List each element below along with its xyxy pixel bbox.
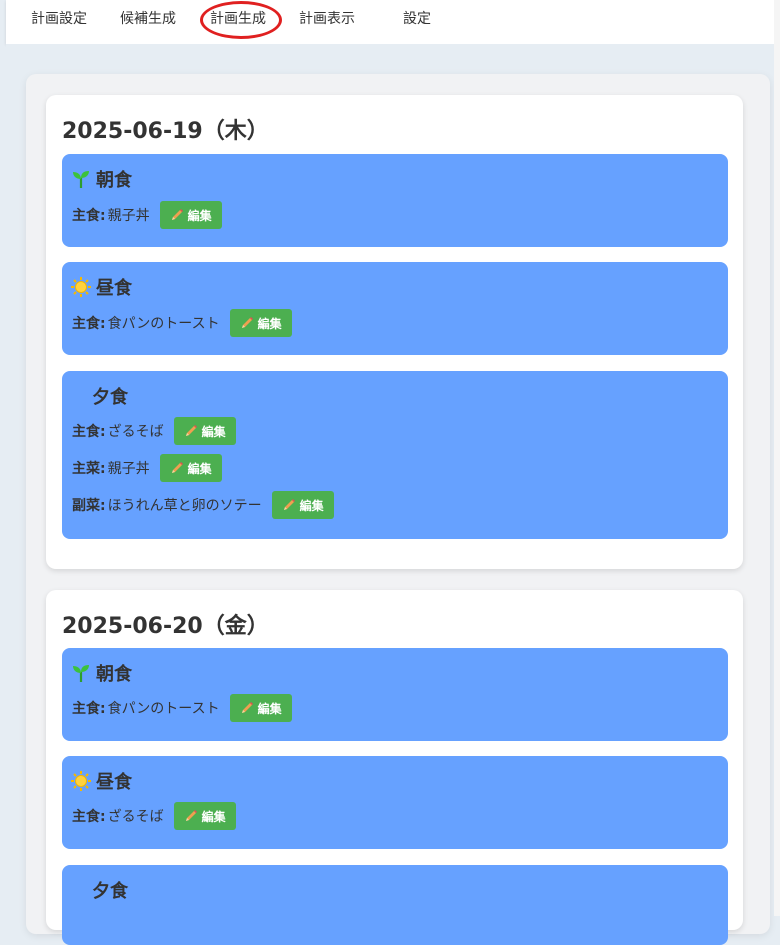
dish-name: 食パンのトースト <box>107 316 220 332</box>
dish-label: 主食: <box>72 424 106 440</box>
moon-icon <box>74 389 81 403</box>
sun-icon <box>71 771 91 791</box>
dish-name: ざるそば <box>107 424 164 440</box>
day-card: 2025-06-19（木） 朝食 主食: 親子丼 編集 昼食 主食: 食パンのト… <box>46 95 743 569</box>
day-date-title: 2025-06-19（木） <box>62 119 269 144</box>
meal-card-lunch: 昼食 主食: 食パンのトースト 編集 <box>62 262 728 355</box>
edit-button[interactable]: 編集 <box>159 201 222 229</box>
meal-name: 朝食 <box>96 664 132 685</box>
meal-header: 夕食 <box>70 877 128 903</box>
meal-name: 夕食 <box>92 881 128 902</box>
dish-row: 主食: 親子丼 編集 <box>72 201 222 229</box>
main-content: 2025-06-19（木） 朝食 主食: 親子丼 編集 昼食 主食: 食パンのト… <box>6 44 774 945</box>
meal-card-dinner: 夕食 主食: ざるそば 編集 主菜: 親子丼 編集 副菜: ほうれん草と卵のソテ… <box>62 371 728 539</box>
seedling-icon <box>73 171 89 188</box>
dish-row: 副菜: ほうれん草と卵のソテー 編集 <box>72 491 334 519</box>
dish-label: 主食: <box>72 208 106 224</box>
day-card: 2025-06-20（金） 朝食 主食: 食パンのトースト 編集 昼食 主食: … <box>46 590 743 945</box>
edit-button[interactable]: 編集 <box>229 694 292 722</box>
meal-header: 昼食 <box>70 768 132 794</box>
meal-name: 夕食 <box>92 387 128 408</box>
dish-label: 主食: <box>72 809 106 825</box>
edit-button-label: 編集 <box>201 424 226 439</box>
dish-row: 主食: ざるそば 編集 <box>72 417 236 445</box>
dish-row: 主食: 食パンのトースト 編集 <box>72 694 292 722</box>
meal-card-dinner: 夕食 <box>62 865 728 945</box>
edit-button-label: 編集 <box>257 316 282 331</box>
dish-row: 主食: ざるそば 編集 <box>72 802 236 830</box>
pencil-icon <box>171 462 183 473</box>
meal-card-breakfast: 朝食 主食: 食パンのトースト 編集 <box>62 648 728 741</box>
dish-label: 主食: <box>72 316 106 332</box>
dish-row: 主食: 食パンのトースト 編集 <box>72 309 292 337</box>
dish-name: 親子丼 <box>107 208 150 224</box>
edit-button-label: 編集 <box>187 208 212 223</box>
dish-label: 主食: <box>72 701 106 717</box>
scrollbar[interactable] <box>774 0 780 916</box>
meal-name: 朝食 <box>96 170 132 191</box>
edit-button[interactable]: 編集 <box>173 802 236 830</box>
pencil-icon <box>241 702 253 713</box>
meal-name: 昼食 <box>96 772 132 793</box>
dish-row: 主菜: 親子丼 編集 <box>72 454 222 482</box>
dish-label: 副菜: <box>72 498 106 514</box>
pencil-icon <box>185 810 197 821</box>
dish-name: 食パンのトースト <box>107 701 220 717</box>
edit-button[interactable]: 編集 <box>159 454 222 482</box>
day-date-title: 2025-06-20（金） <box>62 614 269 639</box>
edit-button[interactable]: 編集 <box>173 417 236 445</box>
top-navigation: 計画設定 候補生成 計画生成 計画表示 設定 <box>6 0 774 44</box>
edit-button-label: 編集 <box>187 461 212 476</box>
meal-header: 朝食 <box>70 660 132 686</box>
edit-button-label: 編集 <box>201 809 226 824</box>
edit-button[interactable]: 編集 <box>271 491 334 519</box>
tab-plan-settings[interactable]: 計画設定 <box>31 10 87 28</box>
meal-header: 朝食 <box>70 166 132 192</box>
meal-name: 昼食 <box>96 278 132 299</box>
tab-plan-generation[interactable]: 計画生成 <box>210 10 266 28</box>
pencil-icon <box>283 499 295 510</box>
sun-icon <box>71 277 91 297</box>
meal-card-breakfast: 朝食 主食: 親子丼 編集 <box>62 154 728 247</box>
dish-name: ほうれん草と卵のソテー <box>107 498 262 514</box>
meal-card-lunch: 昼食 主食: ざるそば 編集 <box>62 756 728 849</box>
dish-label: 主菜: <box>72 461 106 477</box>
pencil-icon <box>171 209 183 220</box>
meal-header: 夕食 <box>70 383 128 409</box>
pencil-icon <box>185 425 197 436</box>
dish-name: ざるそば <box>107 809 164 825</box>
tab-plan-display[interactable]: 計画表示 <box>299 10 355 28</box>
edit-button[interactable]: 編集 <box>229 309 292 337</box>
seedling-icon <box>73 665 89 682</box>
tab-settings[interactable]: 設定 <box>403 10 431 28</box>
edit-button-label: 編集 <box>299 498 324 513</box>
meal-header: 昼食 <box>70 274 132 300</box>
tab-candidate-generation[interactable]: 候補生成 <box>120 10 176 28</box>
pencil-icon <box>241 317 253 328</box>
edit-button-label: 編集 <box>257 701 282 716</box>
dish-name: 親子丼 <box>107 461 150 477</box>
moon-icon <box>74 883 81 897</box>
